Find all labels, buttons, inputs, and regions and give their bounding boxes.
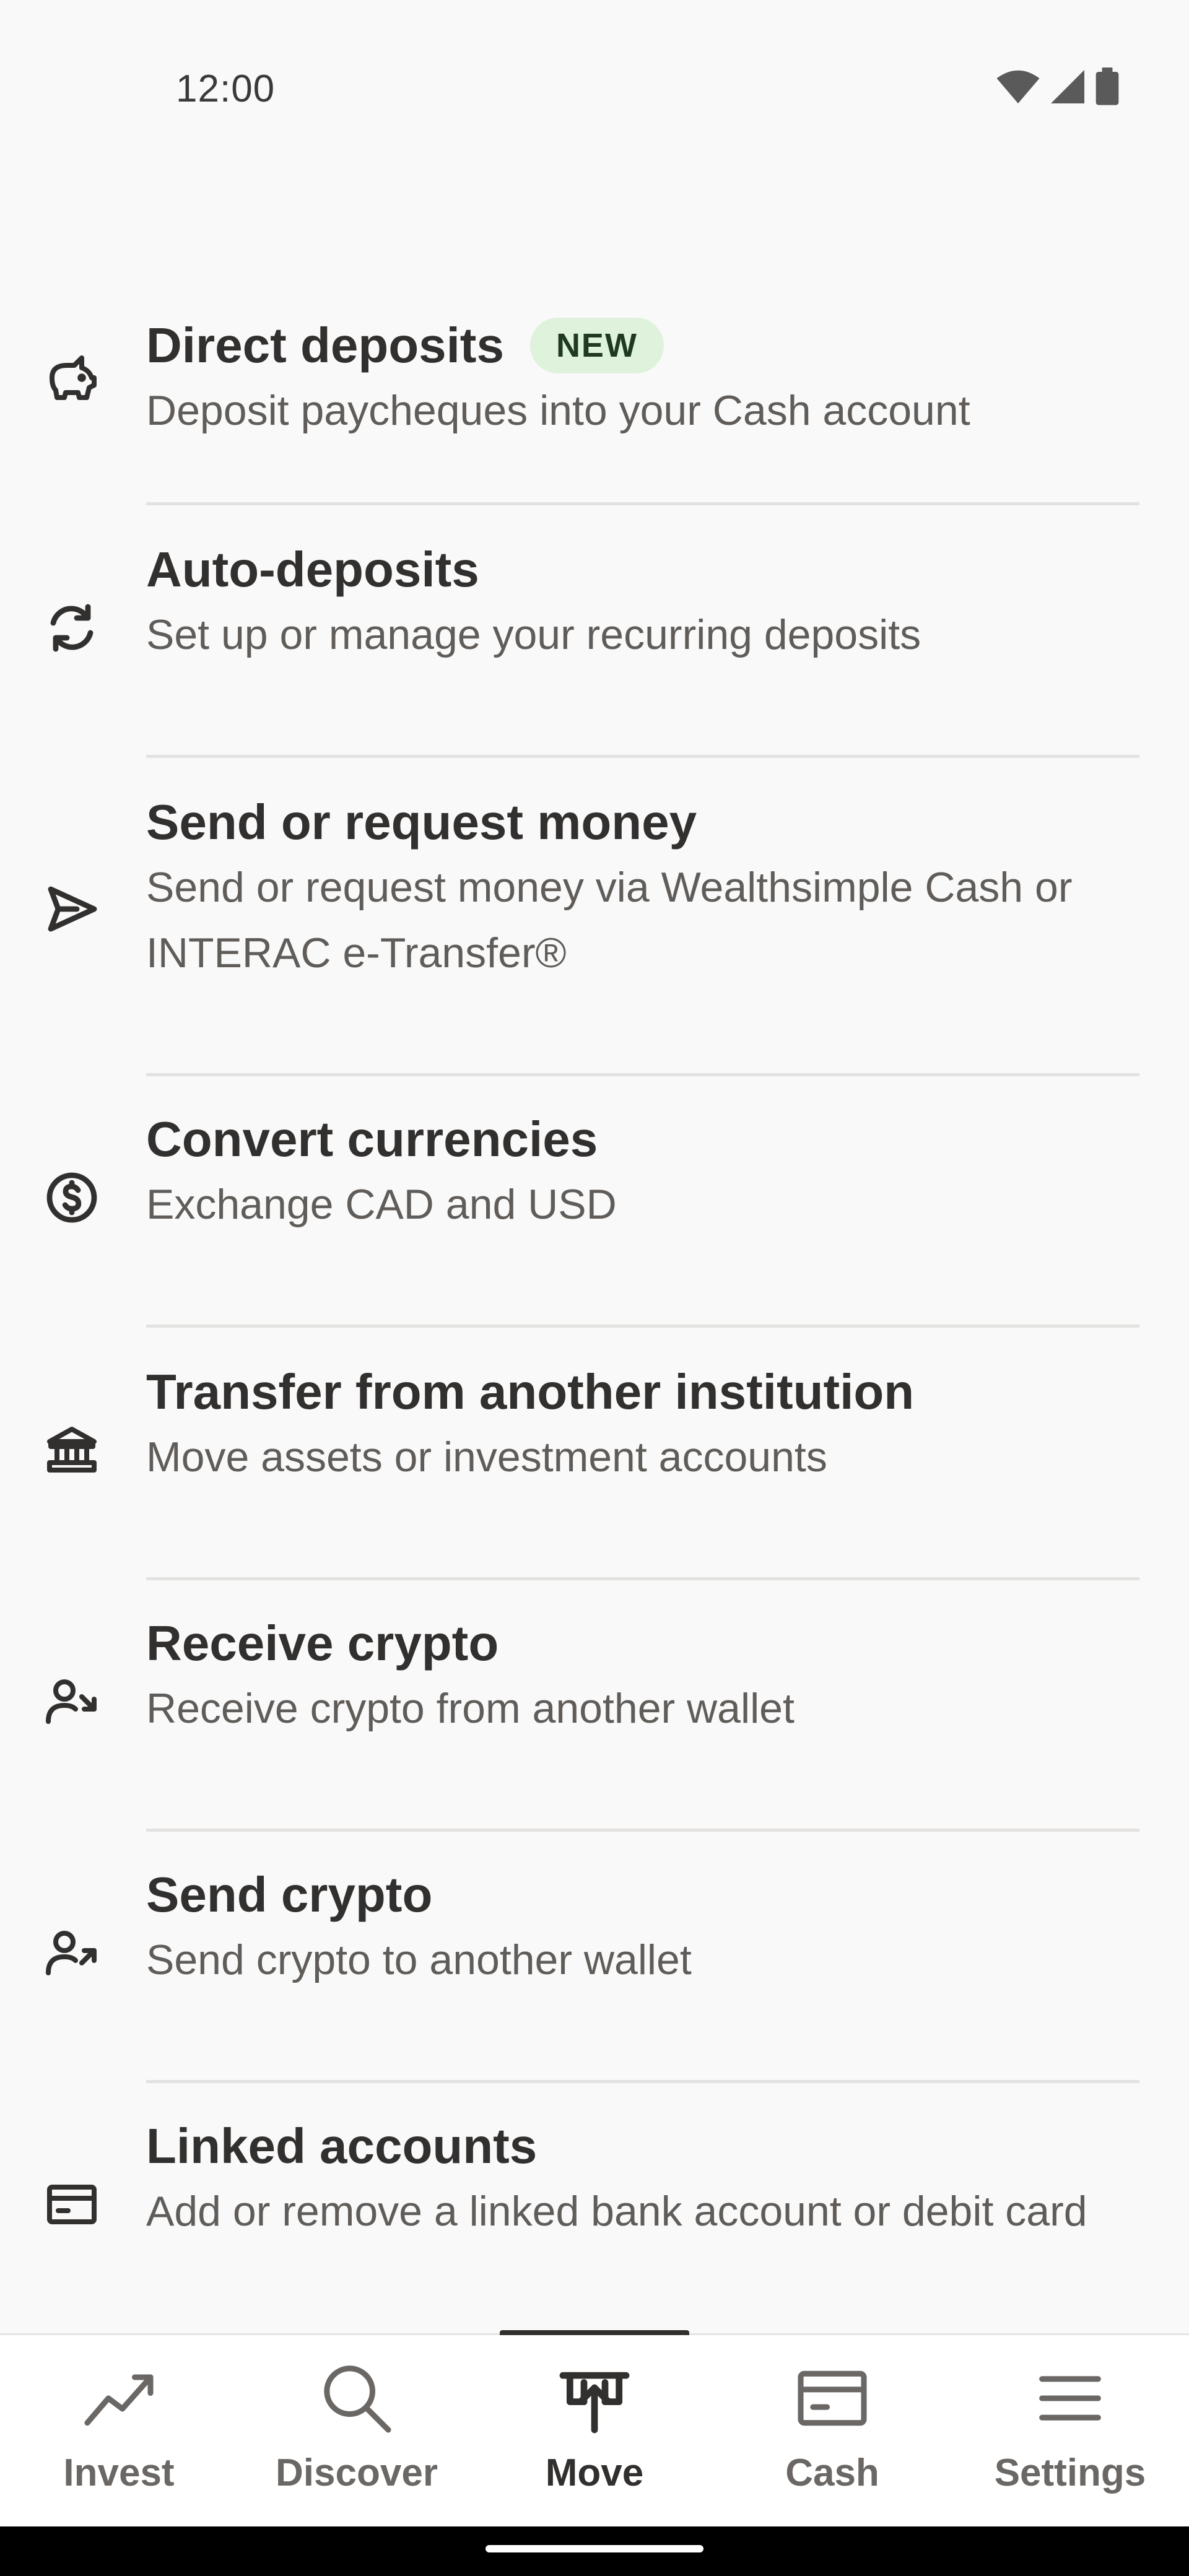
person-arrow-in-icon xyxy=(42,1672,102,1731)
piggy-bank-icon xyxy=(42,350,102,410)
battery-icon xyxy=(1095,67,1120,109)
list-item-receive-crypto[interactable]: Receive crypto Receive crypto from anoth… xyxy=(0,1580,1189,1832)
item-title: Send or request money xyxy=(146,794,697,850)
item-title: Send crypto xyxy=(146,1867,433,1922)
search-icon xyxy=(315,2356,399,2443)
item-subtitle: Exchange CAD and USD xyxy=(146,1181,617,1228)
item-subtitle: Send or request money via Wealthsimple C… xyxy=(146,864,1073,977)
person-arrow-out-icon xyxy=(42,1923,102,1983)
cellular-signal-icon xyxy=(1049,68,1086,108)
active-tab-indicator xyxy=(500,2330,689,2335)
new-badge: NEW xyxy=(529,318,664,373)
send-arrow-icon xyxy=(42,879,102,939)
tab-settings[interactable]: Settings xyxy=(951,2335,1189,2528)
list-item-direct-deposits[interactable]: Direct deposits NEW Deposit paycheques i… xyxy=(0,285,1189,505)
system-navigation-bar xyxy=(0,2526,1189,2576)
tab-invest[interactable]: Invest xyxy=(0,2335,238,2528)
tab-label: Invest xyxy=(63,2452,175,2494)
dollar-coin-icon xyxy=(42,1168,102,1227)
tab-discover[interactable]: Discover xyxy=(238,2335,476,2528)
item-title: Direct deposits xyxy=(146,318,504,373)
item-title: Receive crypto xyxy=(146,1616,499,1671)
tab-label: Discover xyxy=(276,2452,438,2494)
item-title: Convert currencies xyxy=(146,1112,598,1167)
list-item-transfer-institution[interactable]: Transfer from another institution Move a… xyxy=(0,1328,1189,1580)
bottom-navigation: Invest Discover Move Cash Settings xyxy=(0,2330,1189,2528)
tab-label: Move xyxy=(545,2452,644,2494)
card-icon xyxy=(42,2175,102,2234)
item-title: Auto-deposits xyxy=(146,542,479,597)
list-item-send-crypto[interactable]: Send crypto Send crypto to another walle… xyxy=(0,1832,1189,2083)
wifi-icon xyxy=(996,68,1040,108)
item-title: Linked accounts xyxy=(146,2118,538,2174)
tab-cash[interactable]: Cash xyxy=(713,2335,951,2528)
list-item-convert-currencies[interactable]: Convert currencies Exchange CAD and USD xyxy=(0,1076,1189,1328)
home-gesture-handle[interactable] xyxy=(486,2545,703,2552)
item-title: Transfer from another institution xyxy=(146,1364,915,1419)
trend-line-icon xyxy=(77,2356,161,2443)
recurring-arrows-icon xyxy=(42,598,102,658)
item-subtitle: Send crypto to another wallet xyxy=(146,1936,692,1983)
tab-move[interactable]: Move xyxy=(476,2330,713,2528)
status-icons xyxy=(996,67,1120,109)
bank-building-icon xyxy=(42,1421,102,1480)
card-icon xyxy=(790,2356,874,2443)
item-subtitle: Deposit paycheques into your Cash accoun… xyxy=(146,387,970,434)
tab-label: Cash xyxy=(785,2452,879,2494)
status-time: 12:00 xyxy=(176,67,276,110)
item-subtitle: Set up or manage your recurring deposits xyxy=(146,611,921,658)
tab-label: Settings xyxy=(994,2452,1146,2494)
menu-icon xyxy=(1028,2356,1112,2443)
move-options-list: Direct deposits NEW Deposit paycheques i… xyxy=(0,285,1189,2300)
item-subtitle: Receive crypto from another wallet xyxy=(146,1685,795,1732)
status-bar: 12:00 xyxy=(0,0,1189,186)
list-item-auto-deposits[interactable]: Auto-deposits Set up or manage your recu… xyxy=(0,505,1189,758)
item-subtitle: Add or remove a linked bank account or d… xyxy=(146,2188,1087,2235)
list-item-linked-accounts[interactable]: Linked accounts Add or remove a linked b… xyxy=(0,2083,1189,2300)
list-item-send-request-money[interactable]: Send or request money Send or request mo… xyxy=(0,758,1189,1076)
item-subtitle: Move assets or investment accounts xyxy=(146,1434,827,1481)
move-transfer-icon xyxy=(552,2356,637,2443)
